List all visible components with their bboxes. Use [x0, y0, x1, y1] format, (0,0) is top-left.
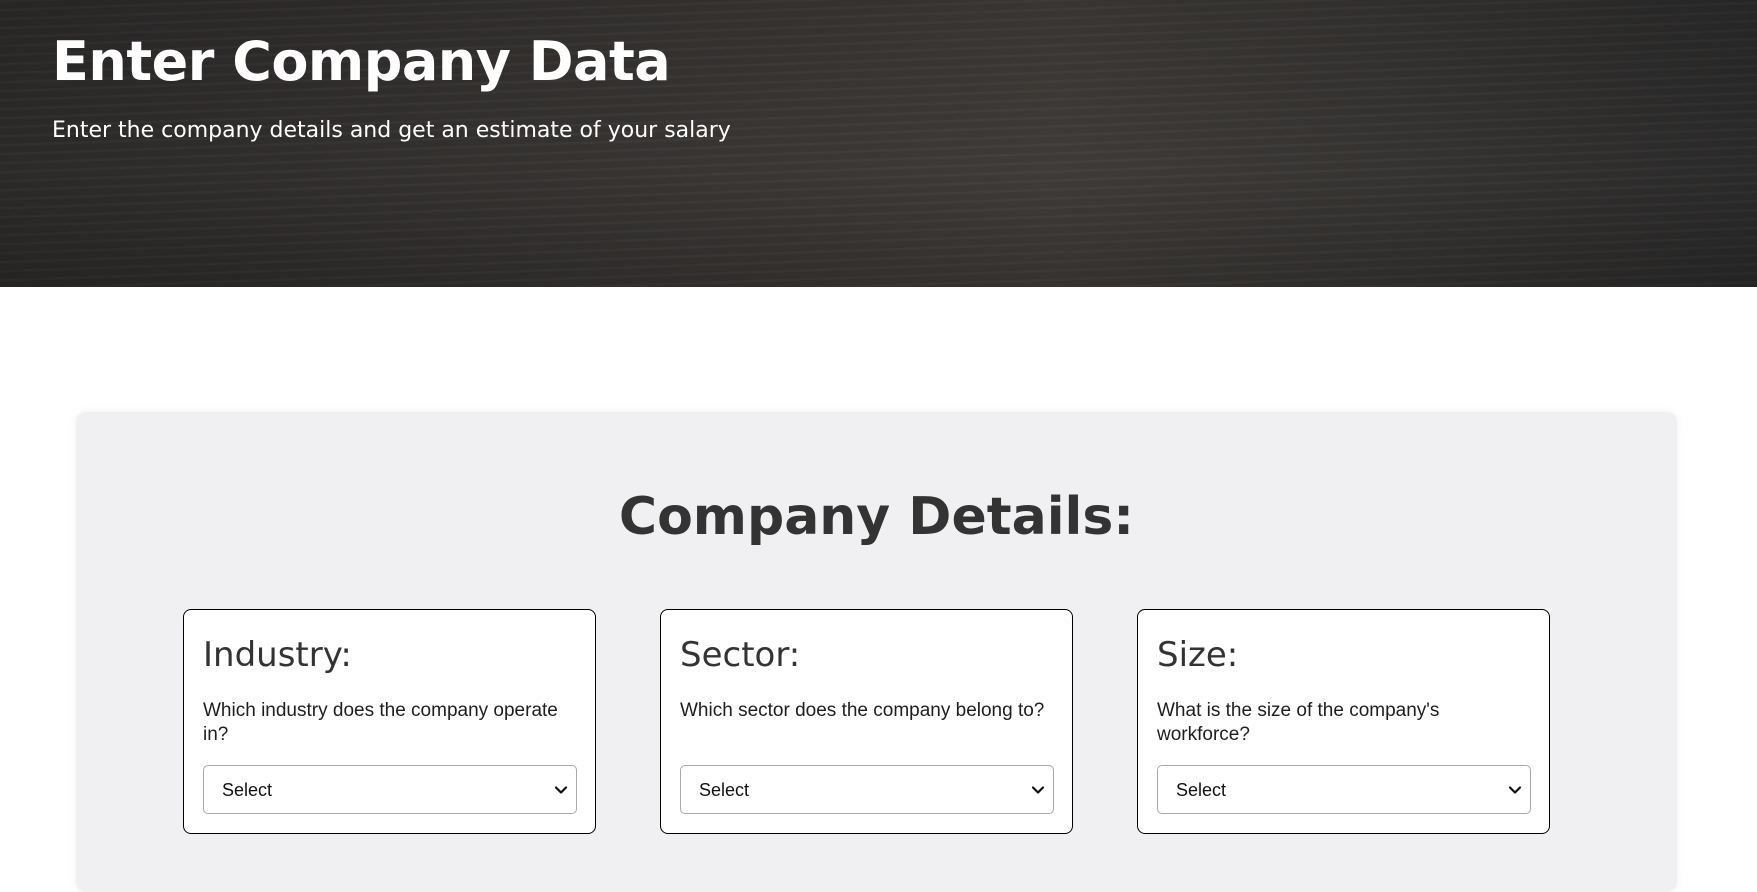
sector-select[interactable]: Select	[680, 765, 1054, 814]
company-details-title: Company Details:	[618, 487, 1135, 547]
size-select[interactable]: Select	[1157, 765, 1531, 814]
sector-heading: Sector:	[680, 635, 801, 675]
chevron-down-icon	[554, 786, 568, 794]
chevron-down-icon	[1031, 786, 1045, 794]
size-select-value: Select	[1176, 780, 1227, 800]
page-subtitle: Enter the company details and get an est…	[52, 118, 731, 143]
industry-card: Industry: Which industry does the compan…	[183, 609, 596, 834]
chevron-down-icon	[1508, 786, 1522, 794]
industry-heading: Industry:	[203, 635, 352, 675]
company-details-panel: Company Details: Industry: Which industr…	[76, 412, 1677, 892]
hero-banner: Enter Company Data Enter the company det…	[0, 0, 1757, 287]
sector-card: Sector: Which sector does the company be…	[660, 609, 1073, 834]
size-heading: Size:	[1157, 635, 1239, 675]
sector-select-value: Select	[699, 780, 750, 800]
size-question: What is the size of the company's workfo…	[1157, 700, 1440, 745]
industry-select-value: Select	[222, 780, 273, 800]
industry-question: Which industry does the company operate …	[203, 700, 558, 745]
industry-select[interactable]: Select	[203, 765, 577, 814]
size-card: Size: What is the size of the company's …	[1137, 609, 1550, 834]
page-title: Enter Company Data	[52, 30, 671, 93]
sector-question: Which sector does the company belong to?	[680, 700, 1045, 721]
